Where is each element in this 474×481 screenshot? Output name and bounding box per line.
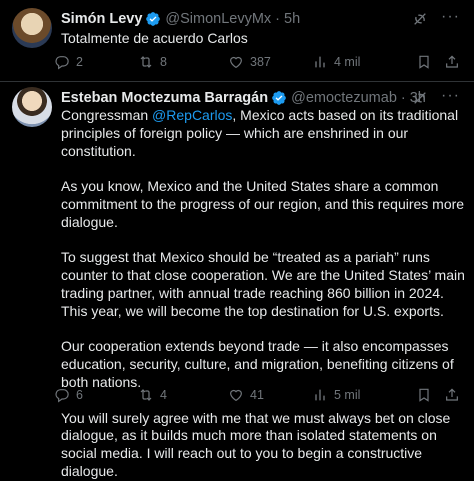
tweet-paragraph: To suggest that Mexico should be “treate… xyxy=(61,249,465,319)
grok-icon[interactable] xyxy=(412,11,428,27)
more-icon[interactable]: ··· xyxy=(441,9,460,25)
bookmark-button[interactable] xyxy=(416,387,432,403)
action-bar: 2 8 387 4 mil xyxy=(54,52,462,72)
views-button[interactable]: 5 mil xyxy=(312,387,416,403)
tweet-text: Congressman @RepCarlos, Mexico acts base… xyxy=(61,107,466,481)
verified-badge-icon xyxy=(271,90,287,106)
tweet-paragraph: Totalmente de acuerdo Carlos xyxy=(61,30,248,46)
repost-icon xyxy=(138,54,154,70)
reply-button[interactable]: 2 xyxy=(54,54,138,70)
mention-link[interactable]: @RepCarlos xyxy=(152,107,232,123)
views-count: 5 mil xyxy=(334,388,361,402)
like-button[interactable]: 387 xyxy=(228,54,312,70)
share-button[interactable] xyxy=(444,387,460,403)
bookmark-icon xyxy=(416,54,432,70)
tweet-header: Simón Levy @SimonLevyMx · 5h ··· xyxy=(61,9,462,29)
verified-badge-icon xyxy=(145,11,161,27)
tweet-paragraph: You will surely agree with me that we mu… xyxy=(61,409,451,479)
tweet-simon-levy[interactable]: Simón Levy @SimonLevyMx · 5h ··· Totalme… xyxy=(0,0,474,82)
like-count: 41 xyxy=(250,388,264,402)
author-handle[interactable]: @emoctezumab xyxy=(291,90,397,106)
tweet-text: Totalmente de acuerdo Carlos xyxy=(61,30,466,48)
paragraph-prefix: Congressman xyxy=(61,107,153,123)
grok-icon[interactable] xyxy=(412,90,428,106)
action-bar: 6 4 41 5 mil xyxy=(54,385,462,405)
tweet-header: Esteban Moctezuma Barragán @emoctezumab … xyxy=(61,88,462,108)
bookmark-button[interactable] xyxy=(416,54,432,70)
like-icon xyxy=(228,387,244,403)
share-button[interactable] xyxy=(444,54,460,70)
tweet-paragraph: Our cooperation extends beyond trade — i… xyxy=(61,338,454,390)
author-name[interactable]: Esteban Moctezuma Barragán xyxy=(61,90,268,106)
separator-dot: · xyxy=(275,11,281,27)
bookmark-icon xyxy=(416,387,432,403)
reply-count: 2 xyxy=(76,55,83,69)
share-icon xyxy=(444,387,460,403)
avatar[interactable] xyxy=(12,87,52,127)
views-icon xyxy=(312,387,328,403)
tweet-paragraph: Congressman @RepCarlos, Mexico acts base… xyxy=(61,107,466,160)
repost-button[interactable]: 8 xyxy=(138,54,228,70)
author-handle[interactable]: @SimonLevyMx xyxy=(165,11,271,27)
views-count: 4 mil xyxy=(334,55,361,69)
views-button[interactable]: 4 mil xyxy=(312,54,416,70)
reply-button[interactable]: 6 xyxy=(54,387,138,403)
tweet-esteban-moctezuma[interactable]: Esteban Moctezuma Barragán @emoctezumab … xyxy=(0,82,474,479)
timestamp[interactable]: 5h xyxy=(284,11,300,27)
share-icon xyxy=(444,54,460,70)
reply-icon xyxy=(54,387,70,403)
repost-icon xyxy=(138,387,154,403)
like-icon xyxy=(228,54,244,70)
separator-dot: · xyxy=(400,90,406,106)
avatar[interactable] xyxy=(12,8,52,48)
author-name[interactable]: Simón Levy xyxy=(61,11,142,27)
reply-icon xyxy=(54,54,70,70)
more-icon[interactable]: ··· xyxy=(441,88,460,104)
views-icon xyxy=(312,54,328,70)
repost-count: 4 xyxy=(160,388,167,402)
repost-count: 8 xyxy=(160,55,167,69)
like-button[interactable]: 41 xyxy=(228,387,312,403)
like-count: 387 xyxy=(250,55,271,69)
tweet-paragraph: As you know, Mexico and the United State… xyxy=(61,178,465,230)
reply-count: 6 xyxy=(76,388,83,402)
repost-button[interactable]: 4 xyxy=(138,387,228,403)
